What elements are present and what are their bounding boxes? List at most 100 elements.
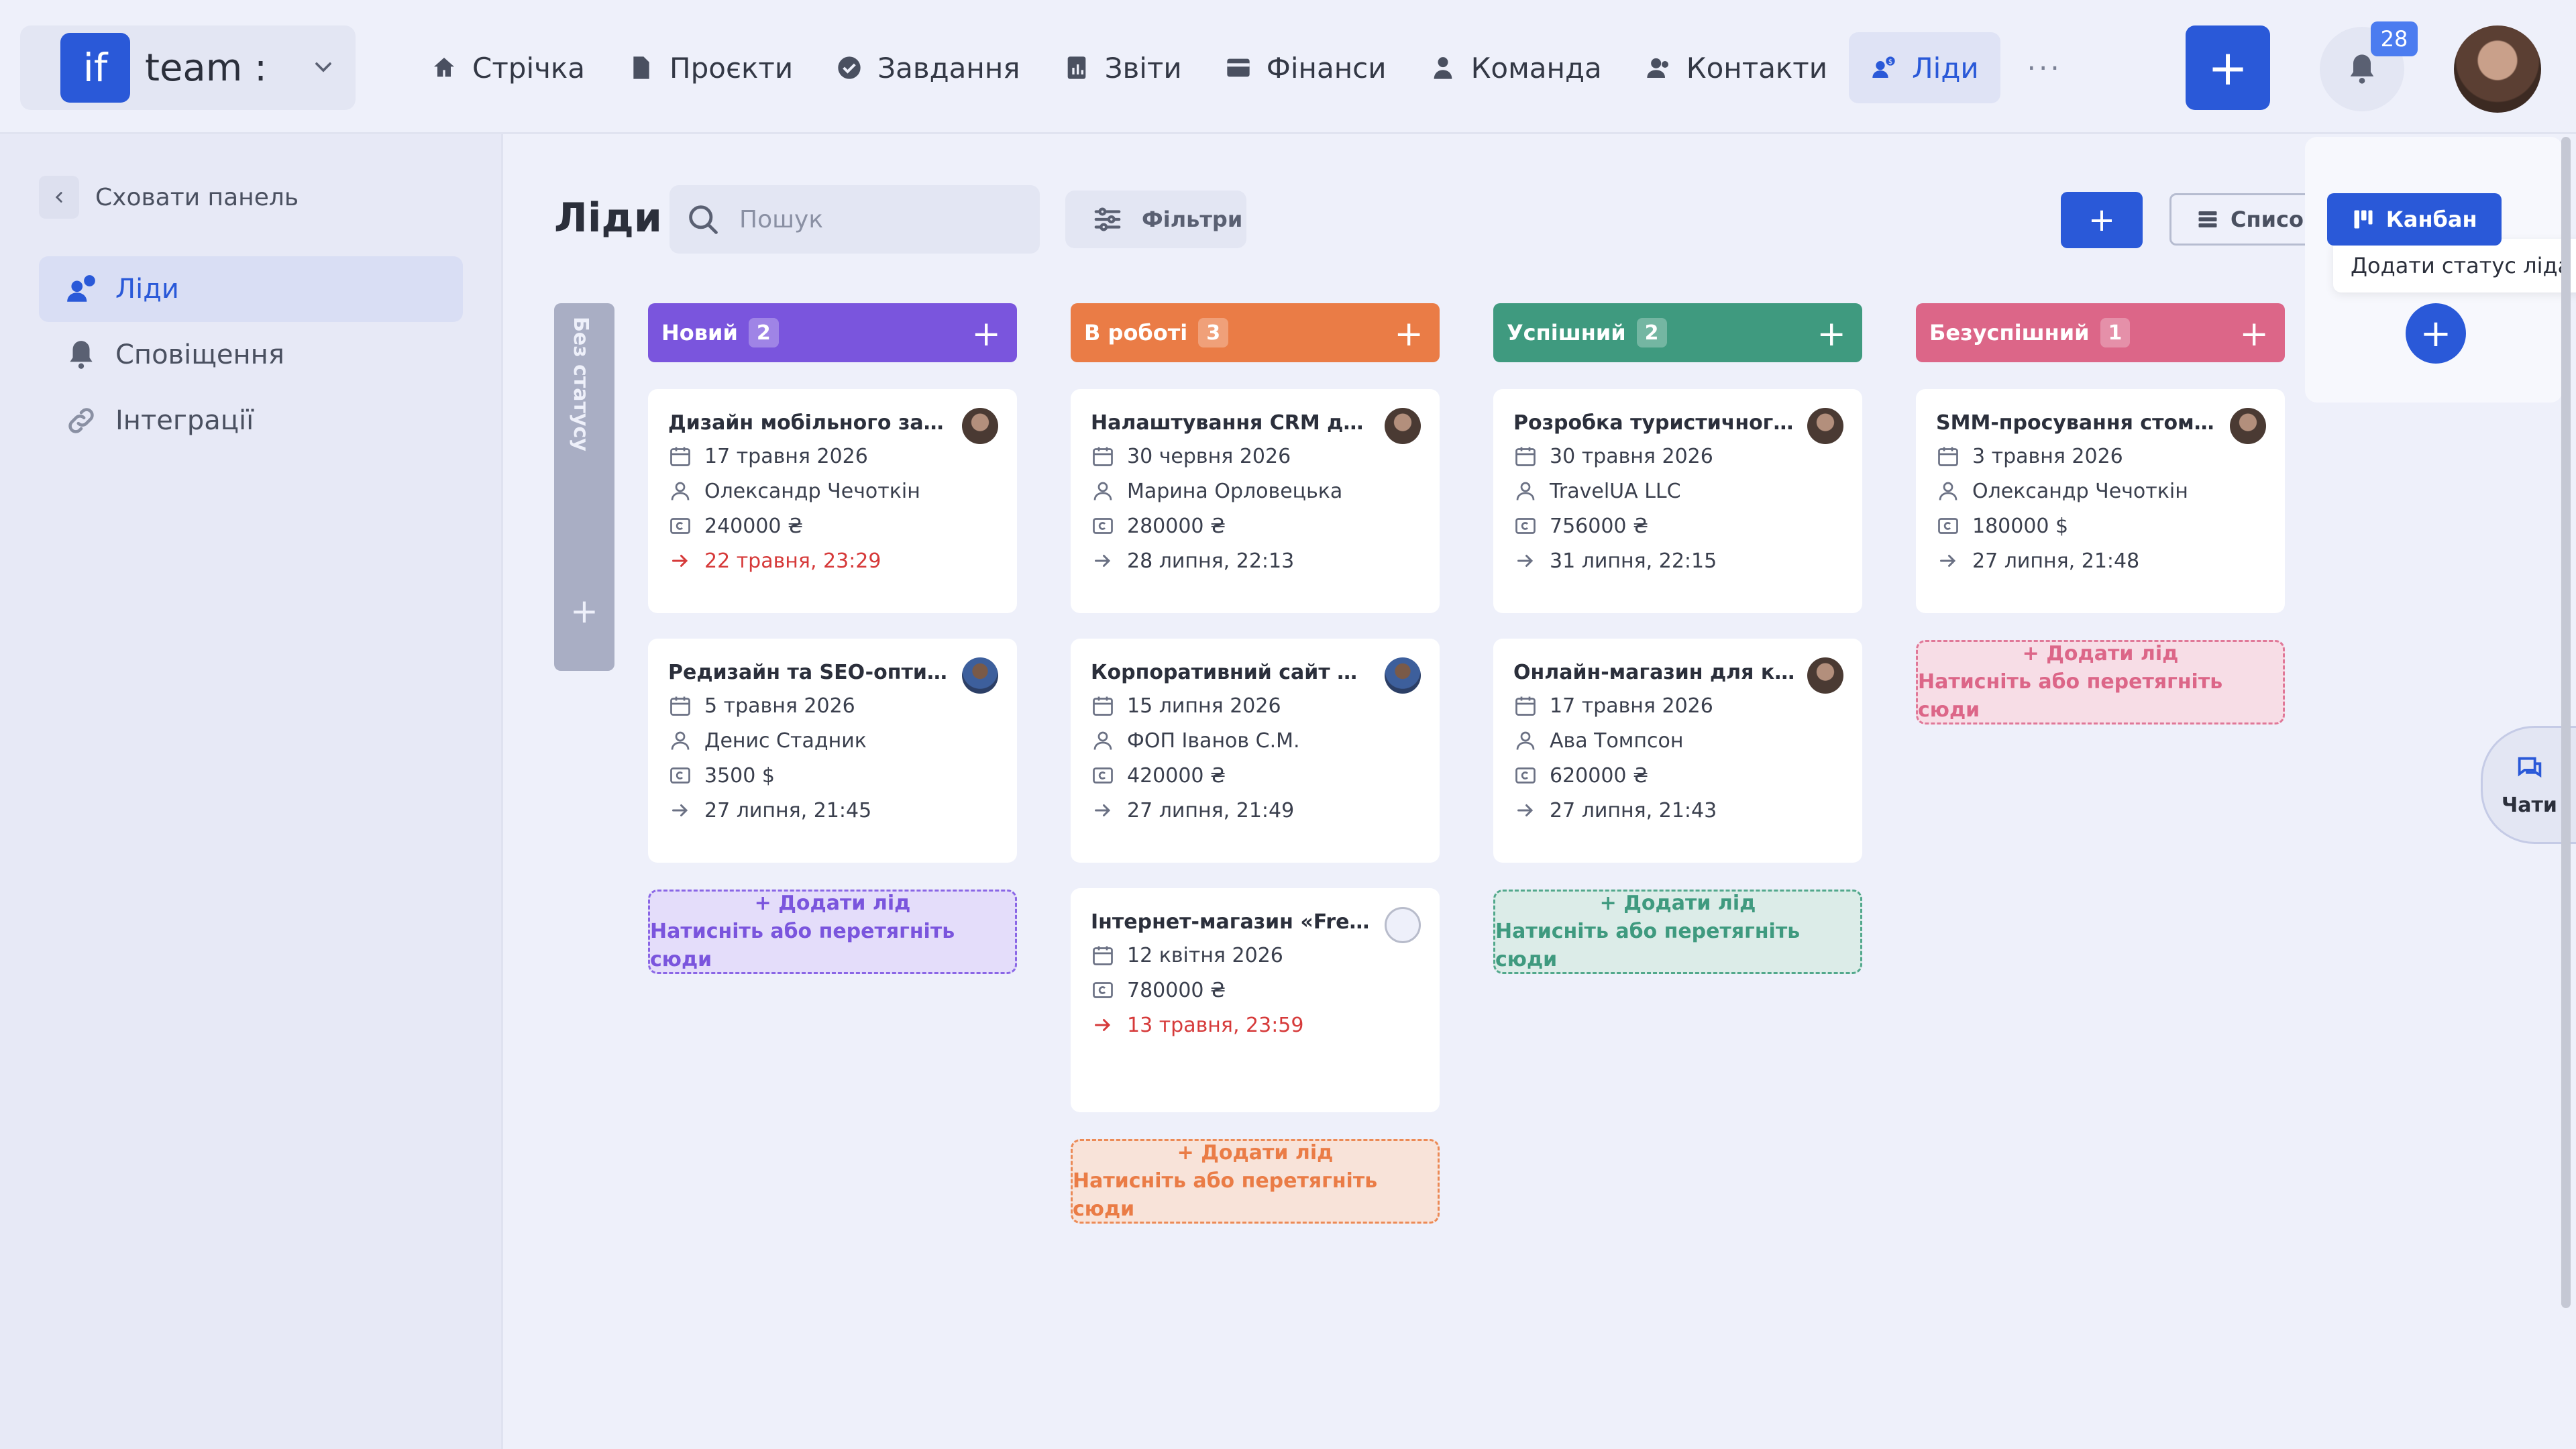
money-icon bbox=[1515, 518, 1536, 534]
lead-date-value: 5 травня 2026 bbox=[704, 694, 855, 718]
add-lead-button[interactable]: + bbox=[2061, 192, 2143, 248]
column-header[interactable]: Успішний 2 + bbox=[1493, 303, 1862, 362]
nav-item-leads[interactable]: $ Ліди bbox=[1849, 32, 2000, 103]
nav-item-tasks[interactable]: Завдання bbox=[814, 32, 1041, 103]
search-input[interactable]: Пошук bbox=[669, 185, 1040, 254]
user-avatar[interactable] bbox=[2454, 25, 2541, 113]
user-icon bbox=[1093, 482, 1112, 500]
lead-card[interactable]: Інтернет-магазин «FreshMarket» 12 квітня … bbox=[1071, 888, 1440, 1112]
add-lead-label: + Додати лід bbox=[2022, 642, 2179, 665]
arrow-right-icon bbox=[672, 804, 688, 816]
sidebar-item-leads[interactable]: Ліди bbox=[39, 256, 463, 322]
lead-person: TravelUA LLC bbox=[1513, 474, 1842, 508]
lead-deadline-value: 27 липня, 21:49 bbox=[1127, 798, 1295, 822]
filters-button[interactable]: Фільтри bbox=[1065, 191, 1246, 248]
column-add-button[interactable]: + bbox=[2239, 314, 2269, 354]
nav-item-finance[interactable]: Фінанси bbox=[1203, 32, 1408, 103]
column-title: Новий bbox=[661, 320, 738, 345]
lead-title: Дизайн мобільного застосунку bbox=[668, 411, 950, 435]
sidebar-item-integrations[interactable]: Інтеграції bbox=[39, 388, 463, 453]
lead-date-value: 17 травня 2026 bbox=[1550, 694, 1713, 718]
avatar bbox=[2230, 408, 2266, 444]
lead-card[interactable]: Корпоративний сайт для логістики 15 липня… bbox=[1071, 639, 1440, 863]
lead-card[interactable]: Редизайн та SEO-оптимізація 5 травня 2026… bbox=[648, 639, 1017, 863]
add-status-button[interactable]: + bbox=[2406, 303, 2466, 364]
lead-amount-value: 756000 ₴ bbox=[1550, 514, 1649, 538]
bell-icon bbox=[70, 341, 93, 369]
no-status-column[interactable]: Без статусу + bbox=[554, 303, 614, 671]
workspace-switcher[interactable]: if team : bbox=[20, 25, 356, 110]
lead-person-value: Денис Стадник bbox=[704, 729, 867, 753]
nav-item-reports[interactable]: Звіти bbox=[1042, 32, 1203, 103]
lead-person-value: ФОП Іванов С.М. bbox=[1127, 729, 1300, 753]
home-icon bbox=[434, 58, 454, 77]
lead-deadline: 27 липня, 21:49 bbox=[1091, 793, 1419, 828]
lead-amount: 420000 ₴ bbox=[1091, 758, 1419, 793]
sidebar-item-notifications[interactable]: Сповіщення bbox=[39, 322, 463, 388]
hide-panel-label: Сховати панель bbox=[95, 183, 299, 211]
lead-amount-value: 620000 ₴ bbox=[1550, 763, 1649, 788]
column-add-button[interactable]: + bbox=[1394, 314, 1424, 354]
lead-person-value: TravelUA LLC bbox=[1550, 479, 1681, 503]
lead-deadline: 27 липня, 21:48 bbox=[1936, 543, 2265, 578]
arrow-right-icon bbox=[1095, 1019, 1111, 1031]
lead-title: Розробка туристичного веб-сайту bbox=[1513, 411, 1795, 435]
nav-item-team[interactable]: Команда bbox=[1408, 32, 1623, 103]
leads-icon bbox=[67, 275, 95, 302]
avatar bbox=[1807, 408, 1843, 444]
lead-date: 30 червня 2026 bbox=[1091, 439, 1419, 474]
lead-card[interactable]: Дизайн мобільного застосунку 17 травня 20… bbox=[648, 389, 1017, 613]
lead-deadline: 27 липня, 21:43 bbox=[1513, 793, 1842, 828]
lead-amount: 756000 ₴ bbox=[1513, 508, 1842, 543]
global-add-button[interactable]: + bbox=[2186, 25, 2270, 110]
view-kanban-button[interactable]: Канбан bbox=[2326, 193, 2502, 246]
lead-card[interactable]: Розробка туристичного веб-сайту 30 травня… bbox=[1493, 389, 1862, 613]
lead-date: 30 травня 2026 bbox=[1513, 439, 1842, 474]
column-count: 1 bbox=[2100, 318, 2131, 347]
kanban-column: Новий 2 + Дизайн мобільного застосунку 17 тр… bbox=[648, 303, 1017, 974]
nav-item-feed[interactable]: Стрічка bbox=[409, 32, 606, 103]
nav-item-contacts[interactable]: Контакти bbox=[1623, 32, 1849, 103]
money-icon bbox=[1093, 518, 1113, 534]
lead-deadline-value: 22 травня, 23:29 bbox=[704, 549, 881, 573]
column-add-button[interactable]: + bbox=[971, 314, 1001, 354]
lead-date-value: 12 квітня 2026 bbox=[1127, 943, 1283, 967]
add-lead-dropzone[interactable]: + Додати лід Натисніть або перетягніть сю… bbox=[1916, 640, 2285, 724]
lead-date: 15 липня 2026 bbox=[1091, 688, 1419, 723]
lead-amount: 620000 ₴ bbox=[1513, 758, 1842, 793]
add-lead-dropzone[interactable]: + Додати лід Натисніть або перетягніть сю… bbox=[648, 890, 1017, 974]
lead-deadline: 28 липня, 22:13 bbox=[1091, 543, 1419, 578]
column-add-button[interactable]: + bbox=[1817, 314, 1846, 354]
calendar-icon bbox=[1515, 696, 1536, 716]
lead-card[interactable]: SMM-просування стоматології 3 травня 2026… bbox=[1916, 389, 2285, 613]
column-header[interactable]: Безуспішний 1 + bbox=[1916, 303, 2285, 362]
add-lead-label: + Додати лід bbox=[754, 892, 911, 915]
lead-date: 17 травня 2026 bbox=[1513, 688, 1842, 723]
nav-item-projects[interactable]: Проєкти bbox=[606, 32, 814, 103]
check-circle-icon bbox=[838, 56, 861, 79]
add-lead-dropzone[interactable]: + Додати лід Натисніть або перетягніть сю… bbox=[1071, 1139, 1440, 1224]
column-header[interactable]: Новий 2 + bbox=[648, 303, 1017, 362]
lead-deadline-value: 28 липня, 22:13 bbox=[1127, 549, 1295, 573]
calendar-icon bbox=[1515, 447, 1536, 466]
hide-panel-button[interactable]: Сховати панель bbox=[39, 176, 299, 219]
lead-card[interactable]: Налаштування CRM для відділу 30 червня 20… bbox=[1071, 389, 1440, 613]
sidebar: Сховати панель Ліди Сповіщення Інтеграці… bbox=[0, 134, 503, 1449]
avatar bbox=[1385, 907, 1421, 943]
bell-icon bbox=[2350, 54, 2374, 84]
no-status-add-button[interactable]: + bbox=[554, 592, 614, 631]
scrollbar[interactable] bbox=[2561, 137, 2571, 1308]
page-title: Ліди bbox=[554, 195, 662, 241]
search-placeholder: Пошук bbox=[739, 205, 824, 233]
lead-amount: 240000 ₴ bbox=[668, 508, 997, 543]
lead-card[interactable]: Онлайн-магазин для косметики 17 травня 20… bbox=[1493, 639, 1862, 863]
user-icon bbox=[1516, 731, 1535, 750]
add-lead-hint: Натисніть або перетягніть сюди bbox=[1073, 1169, 1378, 1221]
column-header[interactable]: В роботі 3 + bbox=[1071, 303, 1440, 362]
lead-amount-value: 280000 ₴ bbox=[1127, 514, 1226, 538]
chats-label: Чати bbox=[2502, 793, 2557, 817]
nav-more-button[interactable]: ··· bbox=[2000, 52, 2089, 85]
add-lead-dropzone[interactable]: + Додати лід Натисніть або перетягніть сю… bbox=[1493, 890, 1862, 974]
avatar bbox=[1385, 408, 1421, 444]
lead-title: Редизайн та SEO-оптимізація bbox=[668, 661, 950, 684]
